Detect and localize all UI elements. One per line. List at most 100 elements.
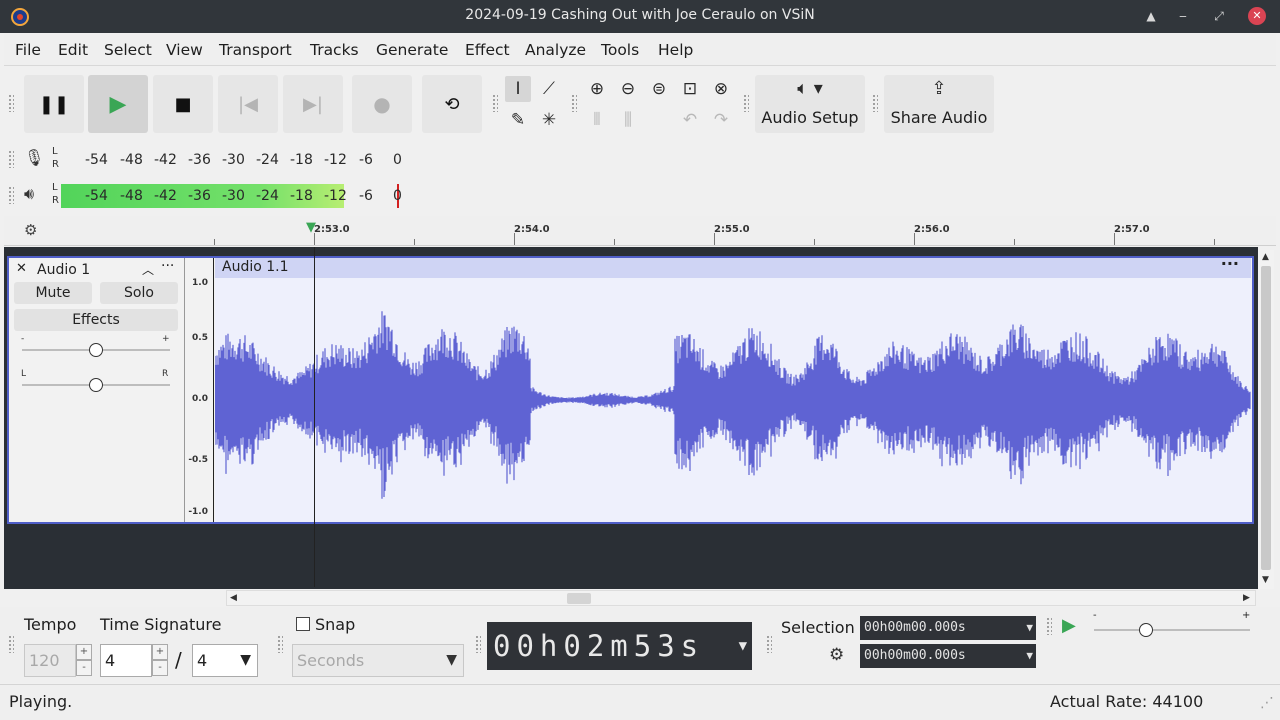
keep-above-icon[interactable]: ▲	[1142, 7, 1160, 25]
timeline-settings-gear-icon[interactable]: ⚙	[24, 221, 37, 239]
menu-view[interactable]: View	[166, 41, 203, 59]
share-audio-button[interactable]: ⇪ Share Audio	[884, 75, 994, 133]
play-speed-slider[interactable]	[1094, 623, 1250, 637]
fit-selection-icon[interactable]: ⊜	[646, 76, 672, 102]
horizontal-scroll-thumb[interactable]	[567, 593, 591, 604]
toolbar-grip[interactable]	[475, 635, 481, 653]
toolbar-grip[interactable]	[872, 94, 878, 112]
envelope-tool-icon[interactable]: ⟋	[536, 76, 562, 102]
menu-tools[interactable]: Tools	[601, 41, 639, 59]
tempo-input[interactable]: 120	[24, 644, 76, 677]
scroll-down-icon[interactable]: ▼	[1262, 575, 1269, 585]
scroll-up-icon[interactable]: ▲	[1262, 252, 1269, 262]
audio-clip[interactable]: Audio 1.1 ···	[215, 254, 1251, 522]
redo-icon[interactable]: ↷	[708, 107, 734, 133]
silence-audio-icon[interactable]: ⫼	[615, 107, 641, 133]
menu-analyze[interactable]: Analyze	[525, 41, 586, 59]
minimize-icon[interactable]: ‒	[1174, 7, 1192, 25]
toolbar-grip[interactable]	[8, 186, 14, 204]
zoom-out-icon[interactable]: ⊖	[615, 76, 641, 102]
numerator-decrement-icon[interactable]: -	[152, 660, 168, 676]
toolbar-grip[interactable]	[743, 94, 749, 112]
toolbar-grip[interactable]	[8, 635, 14, 653]
toolbar-grip[interactable]	[8, 94, 14, 112]
time-signature-denominator[interactable]: 4 ▼	[192, 644, 258, 677]
time-display[interactable]: 00h02m53s ▼	[487, 622, 752, 670]
ruler-tick	[1014, 239, 1015, 245]
resize-grip-icon[interactable]: ⋰	[1260, 695, 1274, 711]
close-track-icon[interactable]: ✕	[16, 261, 27, 276]
zoom-in-icon[interactable]: ⊕	[584, 76, 610, 102]
track-menu-icon[interactable]: ···	[161, 258, 174, 274]
stop-button[interactable]: ■	[153, 75, 213, 133]
play-at-speed-icon[interactable]: ▶	[1062, 615, 1076, 636]
toolbar-grip[interactable]	[8, 150, 14, 168]
snap-checkbox[interactable]	[296, 617, 310, 631]
scroll-right-icon[interactable]: ▶	[1243, 593, 1250, 603]
menu-transport[interactable]: Transport	[219, 41, 292, 59]
play-button[interactable]: ▶	[88, 75, 148, 133]
toolbar-grip[interactable]	[766, 635, 772, 653]
multi-tool-icon[interactable]: ✳	[536, 107, 562, 133]
tempo-increment-icon[interactable]: +	[76, 644, 92, 660]
meter-tick-label: 0	[393, 152, 402, 168]
horizontal-scrollbar[interactable]: ◀ ▶	[226, 590, 1256, 606]
collapse-track-icon[interactable]: ︿	[142, 261, 154, 278]
fit-project-icon[interactable]: ⊡	[677, 76, 703, 102]
speaker-icon[interactable]: 🔊︎	[24, 184, 34, 204]
timeline-ruler[interactable]: ⚙ 2:53.0 2:54.0 2:55.0 2:56.0 2:57.0 ▼	[4, 216, 1276, 246]
play-head-icon[interactable]: ▼	[306, 220, 316, 235]
vertical-scroll-thumb[interactable]	[1261, 266, 1271, 570]
clip-menu-icon[interactable]: ···	[1221, 254, 1239, 273]
selection-start-field[interactable]: 00h00m00.000s ▼	[860, 616, 1036, 640]
playback-meter[interactable]: -54 -48 -42 -36 -30 -24 -18 -12 -6 0	[61, 184, 411, 208]
vertical-scrollbar[interactable]: ▲ ▼	[1258, 250, 1274, 589]
title-bar: 2024-09-19 Cashing Out with Joe Ceraulo …	[0, 0, 1280, 33]
maximize-icon[interactable]: ⤢	[1210, 7, 1228, 25]
pause-button[interactable]: ❚❚	[24, 75, 84, 133]
toolbar-grip[interactable]	[1046, 617, 1052, 635]
menu-effect[interactable]: Effect	[465, 41, 510, 59]
solo-button[interactable]: Solo	[100, 282, 178, 304]
gain-slider-thumb[interactable]	[89, 343, 103, 357]
toolbar-grip[interactable]	[277, 635, 283, 653]
draw-tool-icon[interactable]: ✎	[505, 107, 531, 133]
record-button[interactable]: ●	[352, 75, 412, 133]
menu-help[interactable]: Help	[658, 41, 693, 59]
play-speed-thumb[interactable]	[1139, 623, 1153, 637]
selection-tool-icon[interactable]: I	[505, 76, 531, 102]
waveform[interactable]	[215, 278, 1251, 522]
selection-settings-gear-icon[interactable]: ⚙	[829, 645, 844, 665]
undo-icon[interactable]: ↶	[677, 107, 703, 133]
snap-unit-select[interactable]: Seconds ▼	[292, 644, 464, 677]
numerator-increment-icon[interactable]: +	[152, 644, 168, 660]
menu-edit[interactable]: Edit	[58, 41, 88, 59]
audio-setup-button[interactable]: 🔈︎ ▾ Audio Setup	[755, 75, 865, 133]
recording-meter[interactable]: -54 -48 -42 -36 -30 -24 -18 -12 -6 0	[61, 148, 411, 172]
clip-header[interactable]: Audio 1.1 ···	[215, 254, 1251, 278]
track-name[interactable]: Audio 1	[37, 262, 90, 278]
skip-to-start-button[interactable]: |◀	[218, 75, 278, 133]
microphone-icon[interactable]: 🎙︎	[24, 148, 44, 167]
skip-to-end-button[interactable]: ▶|	[283, 75, 343, 133]
toolbar-grip[interactable]	[492, 94, 498, 112]
loop-button[interactable]: ⟲	[422, 75, 482, 133]
menu-generate[interactable]: Generate	[376, 41, 448, 59]
mute-button[interactable]: Mute	[14, 282, 92, 304]
menu-select[interactable]: Select	[104, 41, 152, 59]
close-window-icon[interactable]: ✕	[1248, 7, 1266, 25]
effects-button[interactable]: Effects	[14, 309, 178, 331]
gain-slider[interactable]	[22, 343, 170, 357]
selection-end-field[interactable]: 00h00m00.000s ▼	[860, 644, 1036, 668]
tempo-decrement-icon[interactable]: -	[76, 660, 92, 676]
amplitude-scale[interactable]: 1.0 0.5 0.0 -0.5 -1.0	[184, 258, 214, 522]
pan-slider[interactable]	[22, 378, 170, 392]
pan-slider-thumb[interactable]	[89, 378, 103, 392]
menu-tracks[interactable]: Tracks	[310, 41, 359, 59]
menu-file[interactable]: File	[15, 41, 41, 59]
toolbar-grip[interactable]	[571, 94, 577, 112]
time-signature-numerator[interactable]: 4	[100, 644, 152, 677]
trim-audio-icon[interactable]: ⫴	[584, 107, 610, 133]
scroll-left-icon[interactable]: ◀	[230, 593, 237, 603]
zoom-toggle-icon[interactable]: ⊗	[708, 76, 734, 102]
